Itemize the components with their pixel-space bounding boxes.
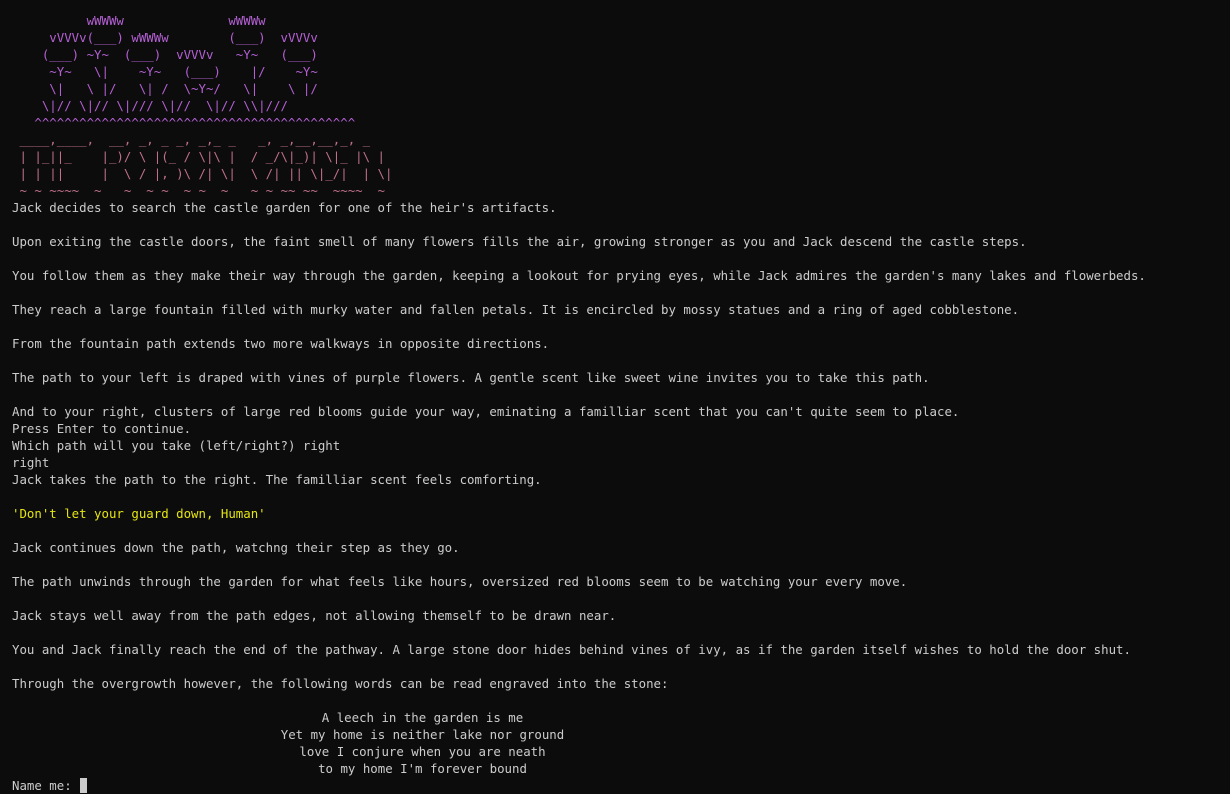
story-line: The path to your left is draped with vin… (12, 370, 930, 385)
story-line: They reach a large fountain filled with … (12, 302, 1020, 317)
name-input-line[interactable]: Name me: (12, 777, 88, 794)
flower-ascii-art: wWWWw wWWWw vVVVv(___) wWWWw (___) vVVVv… (34, 13, 356, 130)
terminal-window[interactable]: wWWWw wWWWw vVVVv(___) wWWWw (___) vVVVv… (0, 0, 1230, 794)
story-line: Jack stays well away from the path edges… (12, 608, 617, 623)
story-line: You and Jack finally reach the end of th… (12, 642, 1131, 657)
dialogue-line: 'Don't let your guard down, Human' (12, 506, 266, 521)
story-line: From the fountain path extends two more … (12, 336, 550, 351)
riddle-line: to my home I'm forever bound (318, 761, 527, 776)
echoed-input: right (12, 455, 50, 470)
title-ascii-art: ____,____, __, _, _ _, _,_ _ _, _,__,__,… (19, 132, 393, 198)
story-line: You follow them as they make their way t… (12, 268, 1146, 283)
story-line: Through the overgrowth however, the foll… (12, 676, 669, 691)
story-line: And to your right, clusters of large red… (12, 404, 960, 419)
story-line: Upon exiting the castle doors, the faint… (12, 234, 1027, 249)
story-line: Jack decides to search the castle garden… (12, 200, 557, 215)
name-prompt-label: Name me: (12, 778, 80, 793)
riddle-line: Yet my home is neither lake nor ground (280, 727, 565, 742)
riddle-line: love I conjure when you are neath (299, 744, 546, 759)
story-line: Jack takes the path to the right. The fa… (12, 472, 542, 487)
story-line: The path unwinds through the garden for … (12, 574, 908, 589)
path-choice-prompt: Which path will you take (left/right?) r… (12, 438, 341, 453)
riddle-line: A leech in the garden is me (321, 710, 524, 725)
continue-prompt: Press Enter to continue. (12, 421, 192, 436)
text-cursor[interactable] (80, 778, 88, 793)
story-line: Jack continues down the path, watchng th… (12, 540, 460, 555)
